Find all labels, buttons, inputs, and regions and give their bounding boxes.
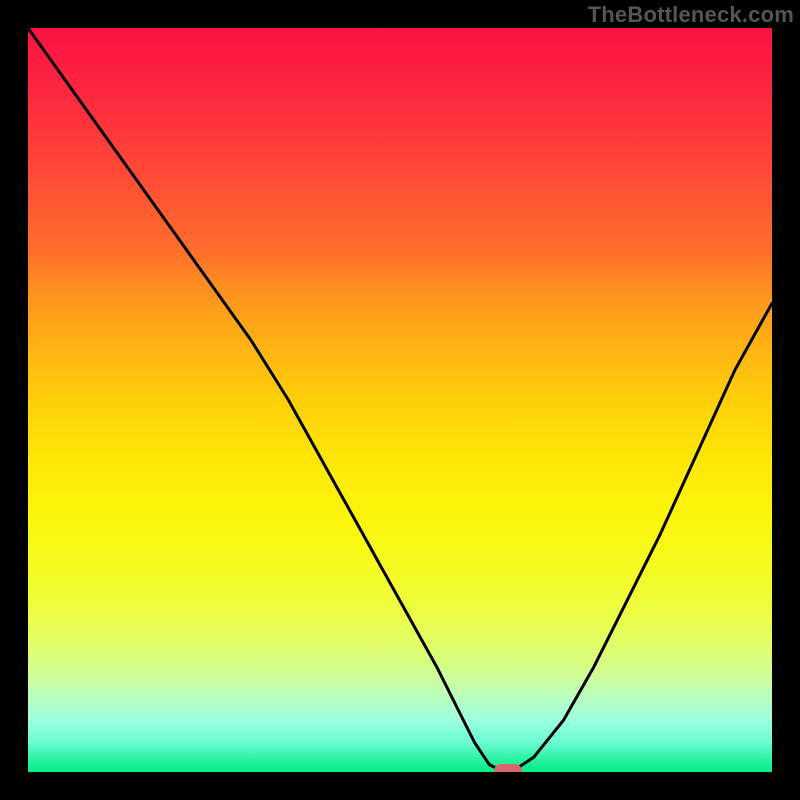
chart-frame: TheBottleneck.com [0,0,800,800]
watermark-text: TheBottleneck.com [588,2,794,28]
plot-area [28,28,772,772]
bottleneck-curve-svg [28,28,772,772]
bottleneck-curve-path [28,28,772,772]
optimal-marker [494,764,522,772]
